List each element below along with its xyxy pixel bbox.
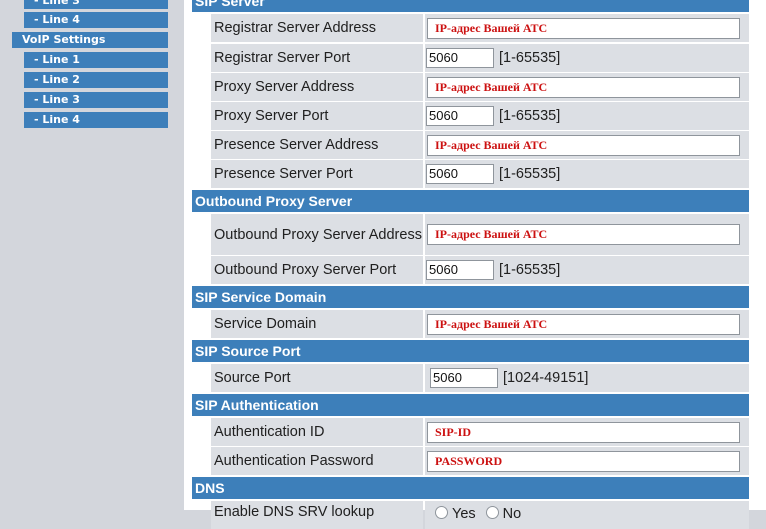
presence-port-cell: 5060 [1-65535] bbox=[425, 160, 749, 188]
section-dns: DNS bbox=[192, 477, 749, 499]
proxy-port-cell: 5060 [1-65535] bbox=[425, 102, 749, 130]
outbound-port-label: Outbound Proxy Server Port bbox=[211, 256, 423, 284]
section-source-port: SIP Source Port bbox=[192, 340, 749, 362]
source-port-label: Source Port bbox=[211, 364, 423, 392]
proxy-address-cell: IP-адрес Вашей АТС bbox=[425, 73, 749, 101]
presence-address-cell: IP-адрес Вашей АТС bbox=[425, 131, 749, 159]
presence-port-input[interactable]: 5060 bbox=[426, 164, 494, 184]
section-authentication: SIP Authentication bbox=[192, 394, 749, 416]
presence-port-label: Presence Server Port bbox=[211, 160, 423, 188]
dns-srv-cell: Yes No bbox=[425, 501, 749, 529]
sidebar-nav: - Line 3 - Line 4 VoIP Settings - Line 1… bbox=[0, 0, 184, 510]
auth-id-input[interactable]: SIP-ID bbox=[427, 421, 740, 443]
dns-srv-no-radio[interactable] bbox=[485, 506, 499, 519]
registrar-address-input[interactable]: IP-адрес Вашей АТС bbox=[427, 17, 740, 39]
dns-srv-label: Enable DNS SRV lookup bbox=[211, 501, 423, 529]
outbound-address-input[interactable]: IP-адрес Вашей АТС bbox=[427, 224, 740, 245]
proxy-port-input[interactable]: 5060 bbox=[426, 106, 494, 126]
service-domain-cell: IP-адрес Вашей АТС bbox=[425, 310, 749, 338]
proxy-port-label: Proxy Server Port bbox=[211, 102, 423, 130]
dns-srv-yes-radio[interactable] bbox=[435, 506, 448, 519]
outbound-port-cell: 5060 [1-65535] bbox=[425, 256, 749, 284]
registrar-port-input[interactable]: 5060 bbox=[426, 48, 494, 68]
section-outbound-proxy: Outbound Proxy Server bbox=[192, 190, 749, 212]
auth-password-cell: PASSWORD bbox=[425, 447, 749, 475]
nav-line4-top[interactable]: - Line 4 bbox=[24, 12, 168, 28]
auth-id-cell: SIP-ID bbox=[425, 418, 749, 446]
source-port-input[interactable]: 5060 bbox=[430, 368, 498, 388]
registrar-address-cell: IP-адрес Вашей АТС bbox=[425, 14, 749, 42]
source-port-range: [1024-49151] bbox=[503, 370, 589, 386]
service-domain-input[interactable]: IP-адрес Вашей АТС bbox=[427, 313, 740, 335]
dns-srv-no-label: No bbox=[502, 506, 522, 522]
presence-port-range: [1-65535] bbox=[499, 166, 561, 182]
nav-voip-settings[interactable]: VoIP Settings bbox=[12, 32, 168, 48]
nav-line4[interactable]: - Line 4 bbox=[24, 112, 168, 128]
service-domain-label: Service Domain bbox=[211, 310, 423, 338]
auth-id-label: Authentication ID bbox=[211, 418, 423, 446]
settings-panel: SIP Server Registrar Server Address IP-а… bbox=[184, 0, 766, 529]
nav-line1[interactable]: - Line 1 bbox=[24, 52, 168, 68]
auth-password-input[interactable]: PASSWORD bbox=[427, 450, 740, 472]
nav-line3[interactable]: - Line 3 bbox=[24, 92, 168, 108]
section-sip-server: SIP Server bbox=[192, 0, 749, 12]
dns-srv-yes-label: Yes bbox=[452, 506, 476, 522]
registrar-port-range: [1-65535] bbox=[499, 50, 561, 66]
registrar-port-label: Registrar Server Port bbox=[211, 44, 423, 72]
registrar-address-label: Registrar Server Address bbox=[211, 14, 423, 42]
outbound-address-label: Outbound Proxy Server Address bbox=[211, 214, 423, 255]
auth-password-label: Authentication Password bbox=[211, 447, 423, 475]
proxy-address-input[interactable]: IP-адрес Вашей АТС bbox=[427, 76, 740, 98]
proxy-port-range: [1-65535] bbox=[499, 108, 561, 124]
presence-address-input[interactable]: IP-адрес Вашей АТС bbox=[427, 134, 740, 156]
outbound-port-input[interactable]: 5060 bbox=[426, 260, 494, 280]
presence-address-label: Presence Server Address bbox=[211, 131, 423, 159]
source-port-cell: 5060 [1024-49151] bbox=[425, 364, 749, 392]
section-service-domain: SIP Service Domain bbox=[192, 286, 749, 308]
nav-line2[interactable]: - Line 2 bbox=[24, 72, 168, 88]
outbound-port-range: [1-65535] bbox=[499, 262, 561, 278]
registrar-port-cell: 5060 [1-65535] bbox=[425, 44, 749, 72]
nav-line3-top[interactable]: - Line 3 bbox=[24, 0, 168, 9]
proxy-address-label: Proxy Server Address bbox=[211, 73, 423, 101]
outbound-address-cell: IP-адрес Вашей АТС bbox=[425, 214, 749, 255]
